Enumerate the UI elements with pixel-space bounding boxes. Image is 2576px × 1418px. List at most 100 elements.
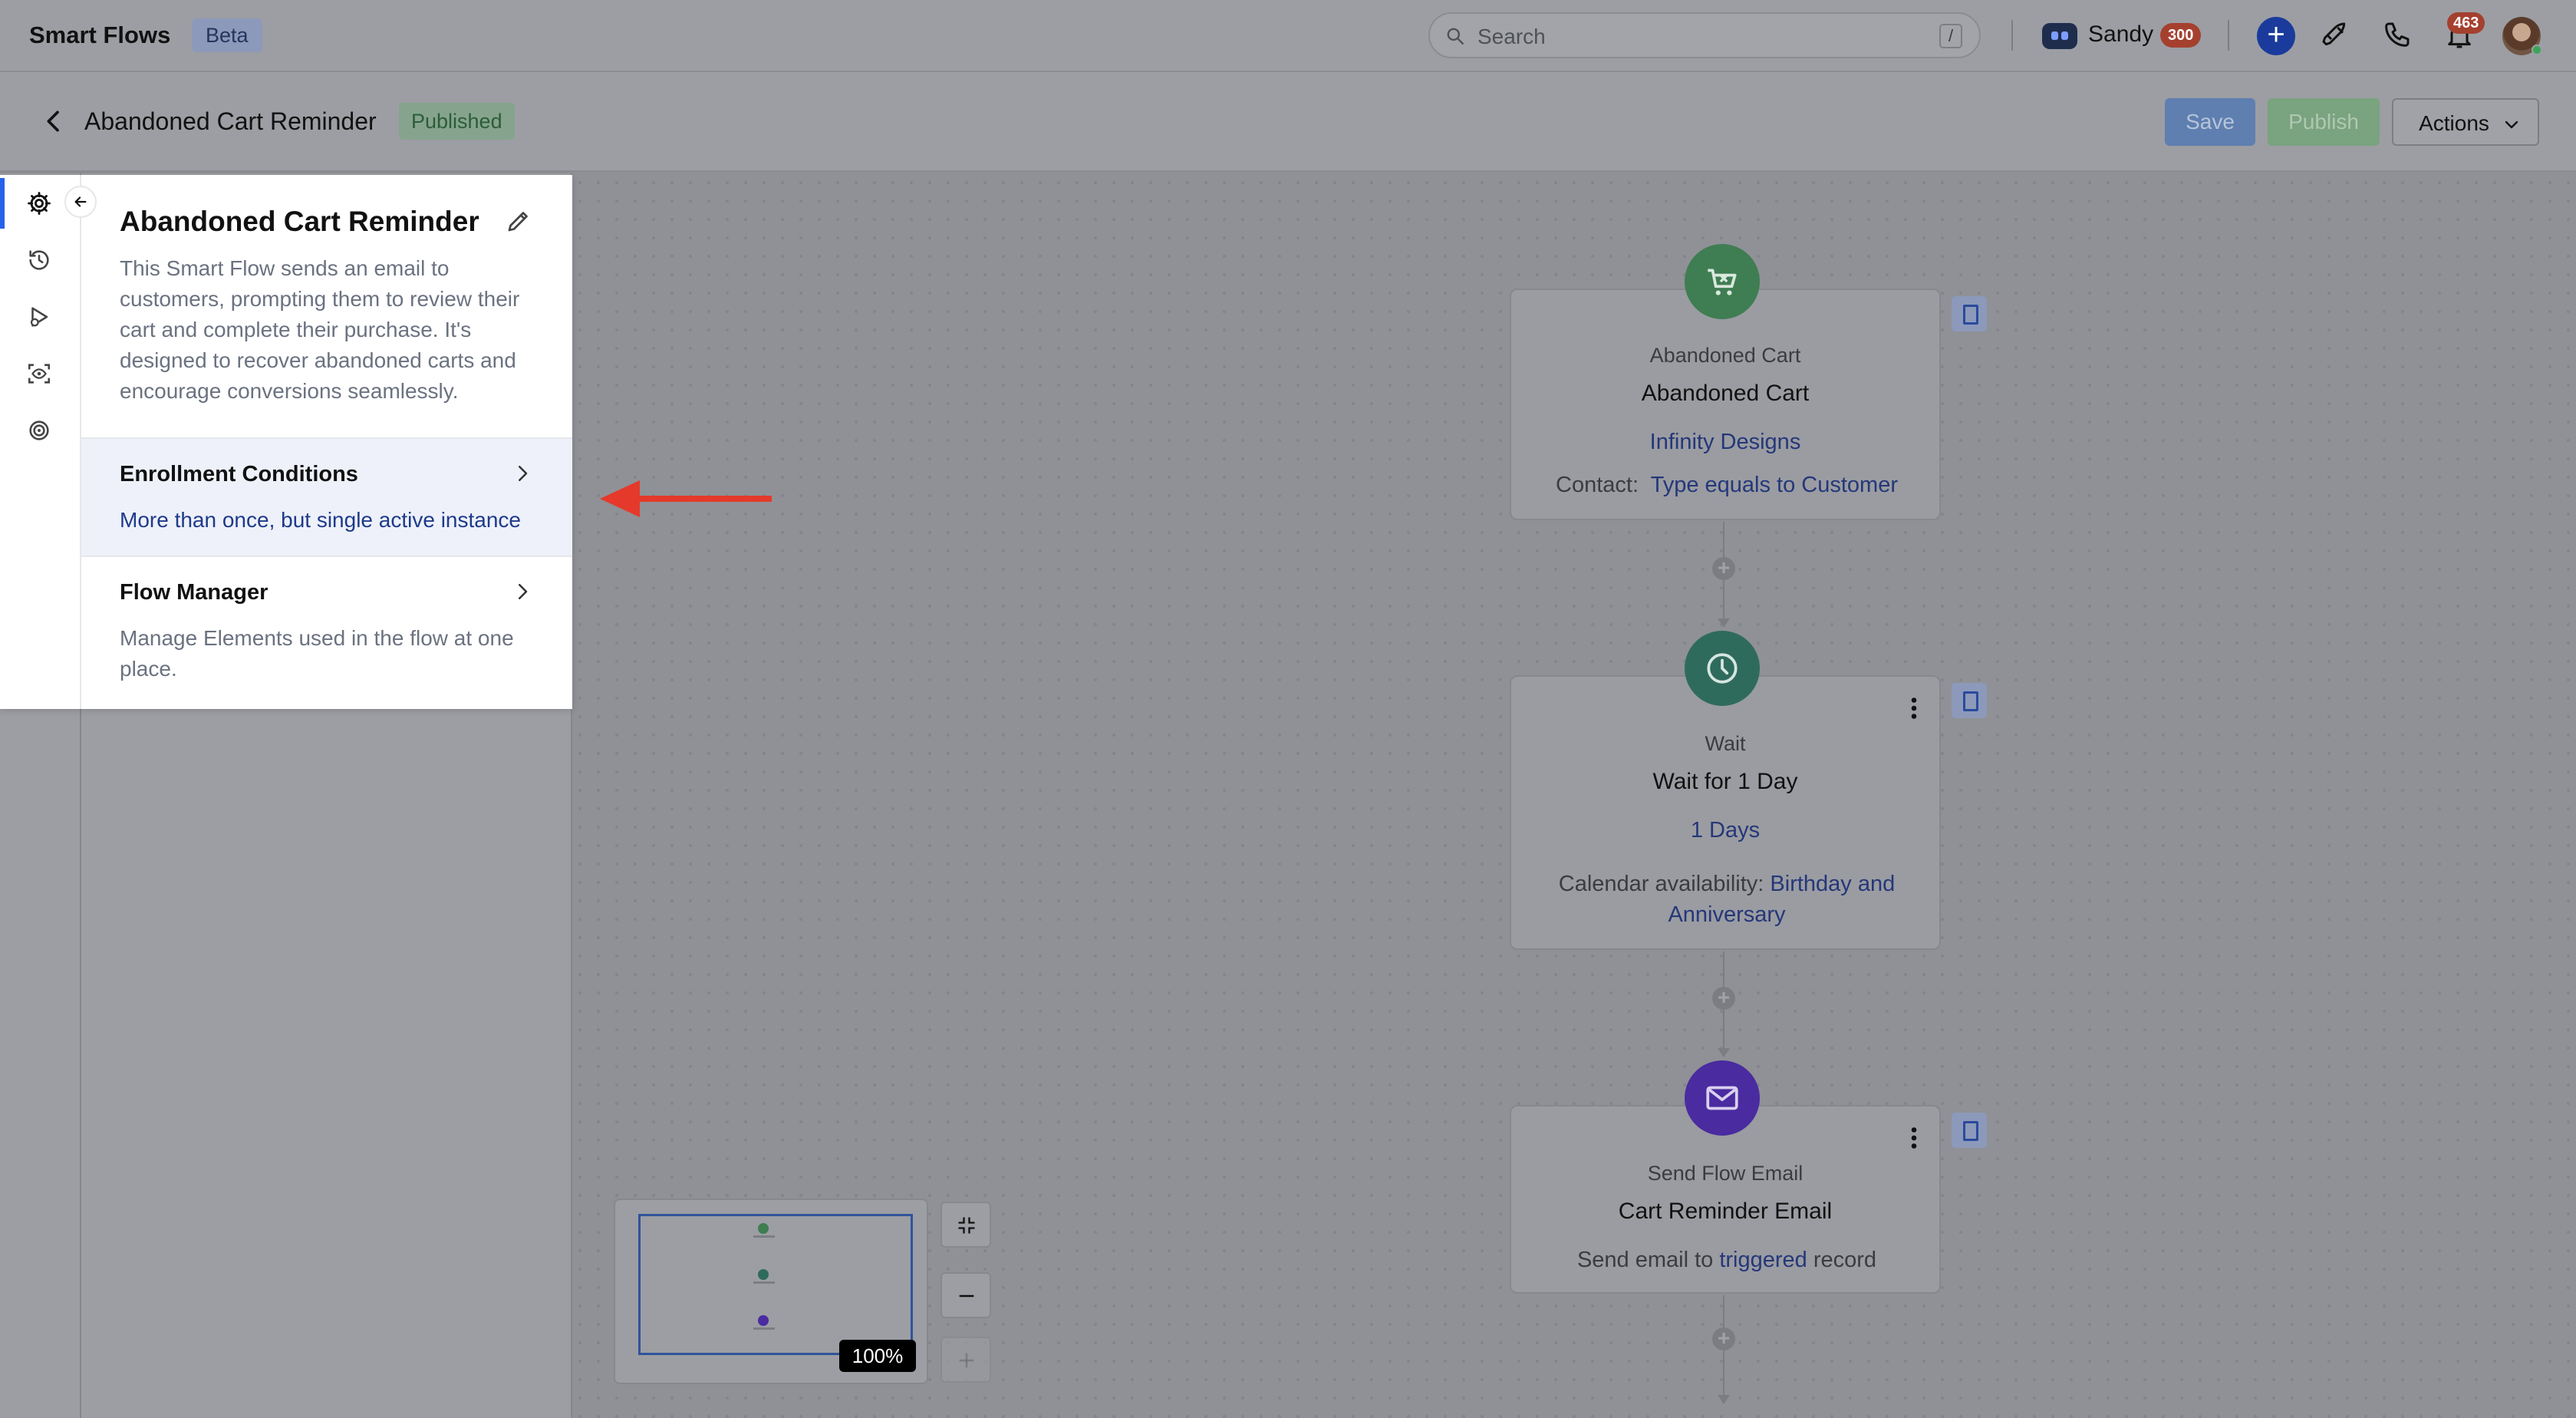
panel-description: This Smart Flow sends an email to custom… — [120, 256, 520, 403]
cart-icon — [1708, 269, 1737, 295]
phone-icon[interactable] — [2381, 20, 2412, 51]
robot-icon[interactable] — [2042, 23, 2077, 49]
minimap-node — [758, 1223, 769, 1234]
save-button[interactable]: Save — [2165, 98, 2255, 146]
clock-icon — [1707, 653, 1738, 684]
recipient-suffix: record — [1813, 1248, 1877, 1272]
settings-icon — [28, 192, 51, 215]
actions-label: Actions — [2419, 111, 2489, 135]
actions-dropdown[interactable]: Actions — [2392, 98, 2539, 146]
arrow-left-icon — [74, 196, 87, 207]
panel-title: Abandoned Cart Reminder — [120, 206, 479, 237]
rocket-icon[interactable] — [2320, 20, 2350, 51]
zoom-out-button[interactable] — [940, 1272, 991, 1318]
node-icon-email — [1685, 1060, 1760, 1136]
search-icon — [1447, 28, 1464, 45]
test-run-icon — [30, 307, 48, 327]
node-type: Send Flow Email — [1647, 1162, 1804, 1185]
connector-line — [1723, 580, 1724, 623]
app-name[interactable]: Smart Flows — [29, 21, 170, 49]
calendar-label: Calendar availability: — [1558, 872, 1764, 896]
section-subtitle: Manage Elements used in the flow at one … — [120, 626, 514, 681]
trigger-node-abandoned-cart[interactable]: Abandoned Cart Abandoned Cart Infinity D… — [1510, 289, 1941, 520]
node-icon-wait — [1685, 631, 1760, 706]
kebab-menu-icon[interactable] — [1910, 1126, 1918, 1149]
zoom-level: 100% — [839, 1340, 916, 1372]
section-title: Flow Manager — [120, 580, 268, 605]
enrollment-conditions-section[interactable]: Enrollment Conditions More than once, bu… — [81, 437, 572, 556]
beta-badge: Beta — [192, 18, 262, 52]
rail-item-preview[interactable] — [0, 345, 80, 402]
minimap-node-body — [753, 1327, 775, 1330]
flow-manager-section[interactable]: Flow Manager Manage Elements used in the… — [81, 556, 572, 709]
minimap-node-body — [753, 1235, 775, 1238]
node-calendar: Calendar availability: Birthday and Anni… — [1542, 869, 1912, 930]
quick-add-button[interactable]: + — [2257, 17, 2295, 55]
copy-node-button[interactable] — [1952, 683, 1987, 718]
divider — [2011, 20, 2013, 51]
condition-value[interactable]: Type equals to Customer — [1651, 473, 1898, 497]
rail-item-history[interactable] — [0, 232, 80, 289]
envelope-icon — [1706, 1086, 1738, 1110]
fit-view-button[interactable] — [940, 1202, 991, 1248]
notification-count: 463 — [2447, 12, 2485, 34]
top-bar: Smart Flows Beta Search / Sandy 300 + 46… — [0, 0, 2576, 72]
node-recipient: Send email to triggered record — [1542, 1245, 1912, 1275]
node-store-link[interactable]: Infinity Designs — [1511, 430, 1939, 455]
section-title: Enrollment Conditions — [120, 462, 358, 486]
user-name[interactable]: Sandy — [2088, 21, 2153, 48]
kebab-menu-icon[interactable] — [1910, 697, 1918, 720]
node-name: Abandoned Cart — [1641, 381, 1810, 406]
minimap-node — [758, 1269, 769, 1280]
minimap-viewport[interactable] — [638, 1214, 913, 1355]
node-name: Wait for 1 Day — [1652, 769, 1798, 794]
connector-line — [1723, 1010, 1724, 1053]
back-arrow-icon[interactable] — [38, 106, 69, 137]
annotation-arrow — [600, 480, 772, 517]
rail-item-test-run[interactable] — [0, 289, 80, 345]
minimap-node — [758, 1315, 769, 1326]
divider — [2228, 20, 2229, 51]
publish-button[interactable]: Publish — [2268, 98, 2380, 146]
add-step-button[interactable]: + — [1712, 557, 1735, 580]
online-status-dot — [2532, 45, 2542, 55]
minus-icon — [959, 1294, 974, 1298]
add-step-button[interactable]: + — [1712, 1327, 1735, 1350]
copy-node-button[interactable] — [1952, 296, 1987, 331]
avatar[interactable] — [2502, 17, 2542, 55]
recipient-link[interactable]: triggered — [1719, 1248, 1807, 1272]
node-icon-trigger — [1685, 244, 1760, 319]
connector-line — [1723, 1350, 1724, 1397]
plus-icon — [959, 1353, 974, 1368]
node-duration: 1 Days — [1690, 818, 1761, 843]
page-title: Abandoned Cart Reminder — [84, 107, 377, 135]
rail-item-goal[interactable] — [0, 402, 80, 459]
sidebar-rail — [0, 175, 81, 709]
pencil-icon[interactable] — [505, 207, 532, 235]
goal-icon — [29, 420, 49, 440]
connector-arrowhead — [1718, 1395, 1730, 1404]
copy-node-button[interactable] — [1952, 1113, 1987, 1148]
node-condition: Contact: Type equals to Customer — [1542, 470, 1912, 500]
section-subtitle: More than once, but single active instan… — [120, 508, 521, 532]
node-type: Wait — [1705, 732, 1746, 755]
node-type: Abandoned Cart — [1649, 344, 1801, 367]
wait-node[interactable]: Wait Wait for 1 Day 1 Days Calendar avai… — [1510, 675, 1941, 950]
flow-settings-panel: Abandoned Cart Reminder This Smart Flow … — [81, 175, 572, 709]
history-icon — [29, 250, 49, 270]
node-name: Cart Reminder Email — [1618, 1199, 1833, 1224]
collapse-sidebar-button[interactable] — [64, 186, 97, 218]
flow-header: Abandoned Cart Reminder Published Save P… — [0, 72, 2576, 172]
chevron-down-icon — [2505, 120, 2518, 129]
minimize-icon — [958, 1217, 975, 1234]
add-step-button[interactable]: + — [1712, 987, 1735, 1010]
credits-badge: 300 — [2160, 23, 2202, 48]
chevron-right-icon — [519, 466, 528, 481]
search-placeholder: Search — [1477, 25, 1546, 48]
chevron-right-icon — [519, 584, 528, 599]
settings-sidebar: Abandoned Cart Reminder This Smart Flow … — [0, 175, 572, 709]
status-badge: Published — [399, 103, 515, 140]
condition-label: Contact: — [1556, 473, 1639, 497]
search-input[interactable]: Search / — [1428, 12, 1981, 58]
zoom-in-button[interactable] — [940, 1337, 991, 1383]
